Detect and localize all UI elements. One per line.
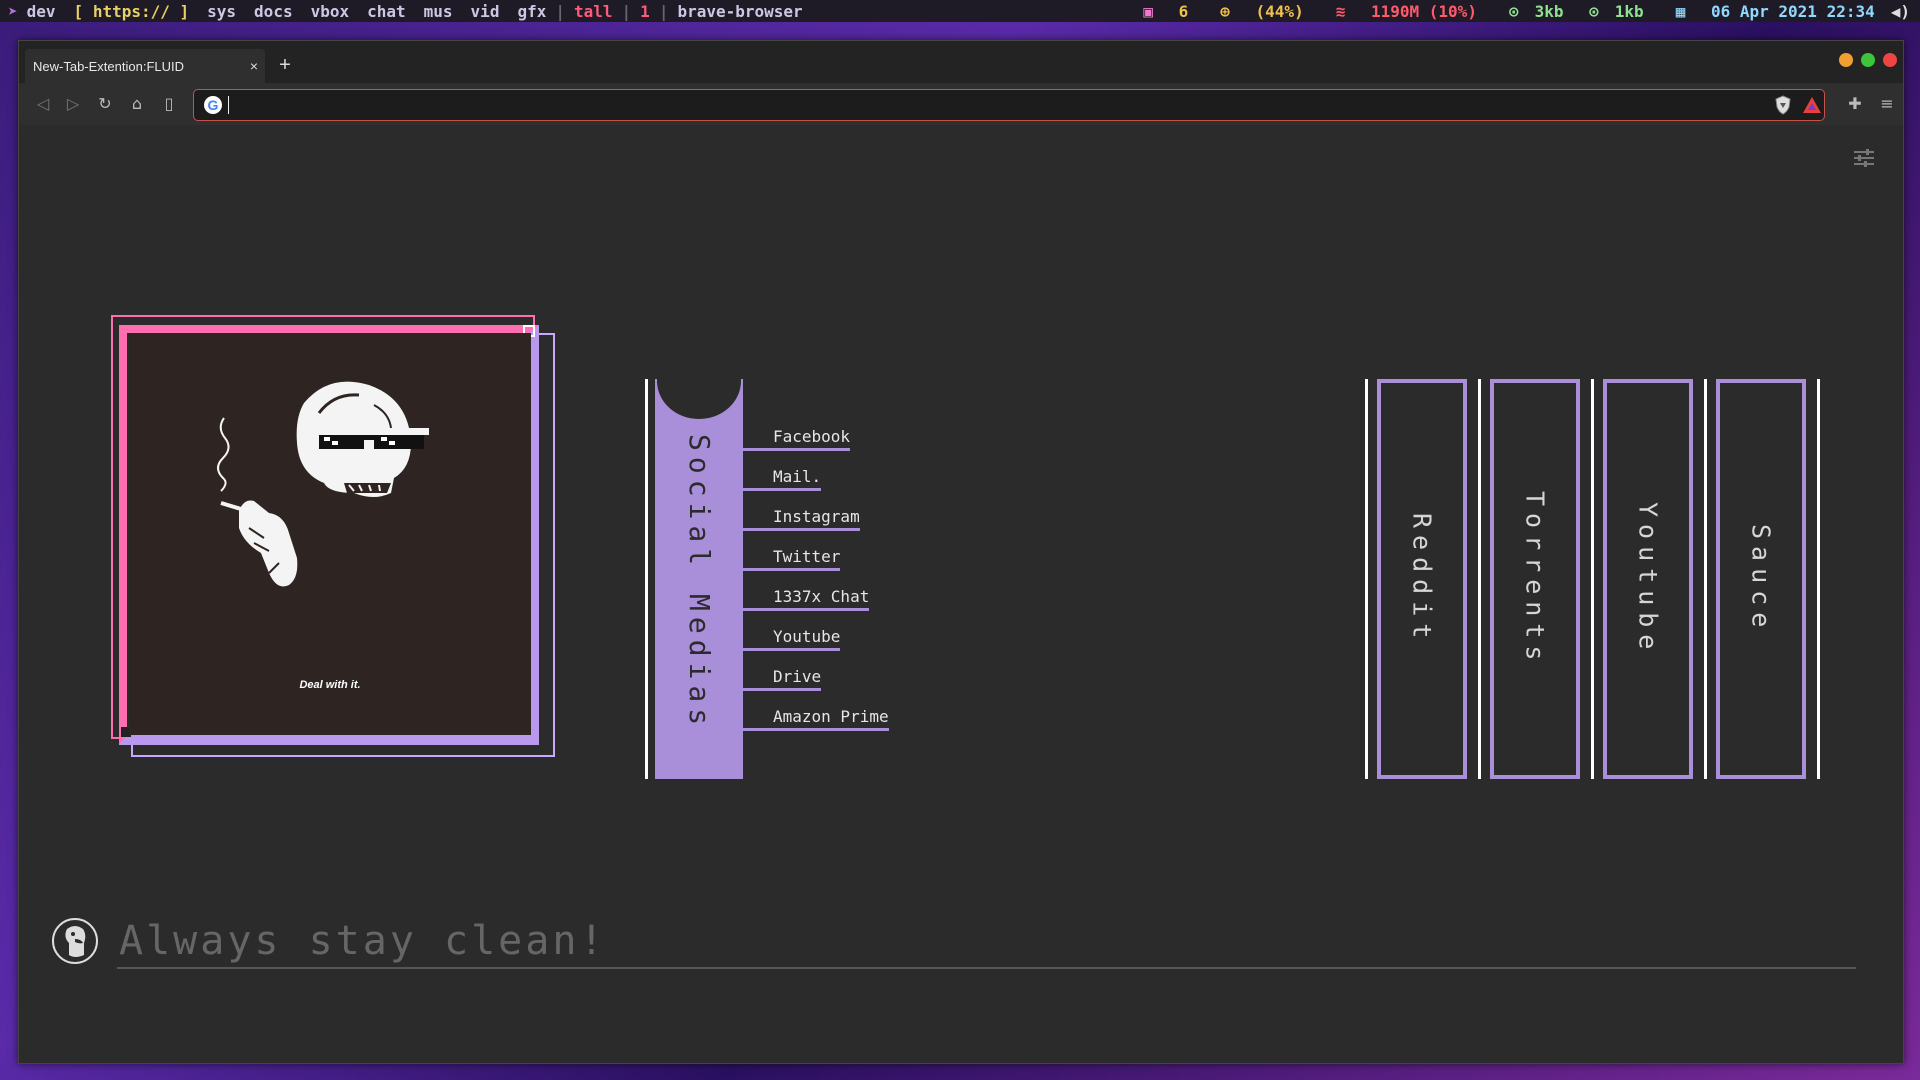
minimize-button[interactable] — [1839, 53, 1853, 67]
battery-icon: ⊕ — [1220, 1, 1230, 21]
link-twitter[interactable]: Twitter — [743, 547, 841, 571]
calendar-icon: ▦ — [1675, 1, 1686, 21]
address-bar[interactable]: G — [193, 89, 1825, 121]
battery-value: (44%) — [1255, 1, 1304, 21]
download-value: 1kb — [1614, 1, 1644, 21]
brave-rewards-icon[interactable] — [1802, 95, 1822, 115]
memory-status: ≋ 1190M (10%) — [1320, 2, 1477, 21]
workspace-docs[interactable]: docs — [254, 2, 293, 21]
duckduckgo-icon[interactable] — [51, 917, 99, 965]
bookmark-icon[interactable]: ▯ — [157, 93, 181, 115]
browser-window: New-Tab-Extention:FLUID × + ◁ ▷ ↻ ⌂ ▯ G … — [18, 40, 1904, 1064]
workspace-mus[interactable]: mus — [424, 2, 453, 21]
column-divider — [1365, 379, 1368, 779]
new-tab-button[interactable]: + — [271, 51, 299, 79]
brave-shield-icon[interactable] — [1774, 95, 1792, 115]
google-icon: G — [204, 96, 222, 114]
browser-toolbar: ◁ ▷ ↻ ⌂ ▯ G ✚ ≡ — [19, 83, 1903, 126]
workspace-dev[interactable]: dev — [27, 2, 56, 21]
column-label: Sauce — [1746, 523, 1776, 635]
memory-value: 1190M (10%) — [1370, 1, 1477, 21]
link-mail[interactable]: Mail. — [743, 467, 822, 491]
column-torrents[interactable]: Torrents — [1490, 379, 1580, 779]
datetime-value: 06 Apr 2021 22:34 — [1710, 1, 1875, 21]
column-label: Reddit — [1407, 512, 1437, 646]
arch-icon[interactable]: ➤ — [8, 2, 18, 21]
system-top-bar: ➤ dev [ https:// ] sys docs vbox chat mu… — [0, 0, 1920, 22]
extensions-icon[interactable]: ✚ — [1843, 93, 1867, 115]
link-1337x-chat[interactable]: 1337x Chat — [743, 587, 870, 611]
battery-status: ⊕ (44%) — [1204, 2, 1303, 21]
memory-icon: ≋ — [1335, 1, 1346, 21]
social-divider — [645, 379, 648, 779]
tab-strip: New-Tab-Extention:FLUID × + — [19, 41, 1903, 83]
menu-icon[interactable]: ≡ — [1875, 93, 1899, 115]
active-window-title: brave-browser — [677, 1, 803, 21]
window-count: 1 — [640, 1, 650, 21]
column-youtube[interactable]: Youtube — [1603, 379, 1693, 779]
artwork-image: Deal with it. — [129, 333, 531, 735]
home-icon[interactable]: ⌂ — [125, 93, 149, 115]
workspace-vbox[interactable]: vbox — [311, 2, 350, 21]
browser-tab[interactable]: New-Tab-Extention:FLUID × — [25, 49, 265, 83]
forward-icon[interactable]: ▷ — [61, 93, 85, 115]
workspace-tall[interactable]: tall — [574, 2, 613, 21]
workspace-sys[interactable]: sys — [207, 2, 236, 21]
skull-smoking-illustration — [217, 381, 429, 587]
separator: | — [555, 1, 565, 21]
volume-icon[interactable]: ◀) — [1891, 2, 1910, 21]
column-label: Torrents — [1520, 490, 1550, 668]
link-amazon-prime[interactable]: Amazon Prime — [743, 707, 889, 731]
workspace-vid[interactable]: vid — [471, 2, 500, 21]
back-icon[interactable]: ◁ — [31, 93, 55, 115]
workspace-https[interactable]: [ https:// ] — [74, 2, 190, 21]
social-bar-cap — [657, 379, 741, 419]
reload-icon[interactable]: ↻ — [93, 93, 117, 115]
updates-count: 6 — [1178, 1, 1189, 21]
column-reddit[interactable]: Reddit — [1377, 379, 1467, 779]
column-divider — [1478, 379, 1481, 779]
upload-icon: ⊙ — [1508, 1, 1519, 21]
column-divider — [1591, 379, 1594, 779]
artwork-caption: Deal with it. — [299, 679, 361, 691]
tab-title: New-Tab-Extention:FLUID — [33, 58, 184, 74]
close-window-button[interactable] — [1883, 53, 1897, 67]
maximize-button[interactable] — [1861, 53, 1875, 67]
close-tab-icon[interactable]: × — [243, 58, 265, 74]
link-facebook[interactable]: Facebook — [743, 427, 851, 451]
network-status: ⊙ 3kb ⊙ 1kb — [1493, 2, 1644, 21]
column-label: Youtube — [1633, 501, 1663, 657]
new-tab-page: Deal with it. Social Medias Facebook Mai… — [19, 125, 1903, 1063]
package-icon: ▣ — [1143, 1, 1153, 21]
column-sauce[interactable]: Sauce — [1716, 379, 1806, 779]
upload-value: 3kb — [1534, 1, 1564, 21]
separator: | — [658, 1, 669, 21]
updates-status: ▣ 6 — [1127, 2, 1188, 21]
settings-sliders-icon[interactable] — [1854, 149, 1874, 167]
link-drive[interactable]: Drive — [743, 667, 822, 691]
url-input[interactable] — [234, 93, 1738, 117]
text-caret — [228, 96, 229, 114]
clock-status: ▦ 06 Apr 2021 22:34 — [1660, 2, 1875, 21]
workspace-gfx[interactable]: gfx — [517, 2, 546, 21]
column-divider — [1817, 379, 1820, 779]
search-input[interactable] — [117, 915, 1856, 969]
link-instagram[interactable]: Instagram — [743, 507, 860, 531]
link-youtube[interactable]: Youtube — [743, 627, 841, 651]
search-area — [51, 915, 1871, 975]
download-icon: ⊙ — [1589, 1, 1599, 21]
separator: | — [621, 1, 632, 21]
social-medias-title: Social Medias — [683, 434, 716, 732]
workspace-chat[interactable]: chat — [367, 2, 406, 21]
column-divider — [1704, 379, 1707, 779]
